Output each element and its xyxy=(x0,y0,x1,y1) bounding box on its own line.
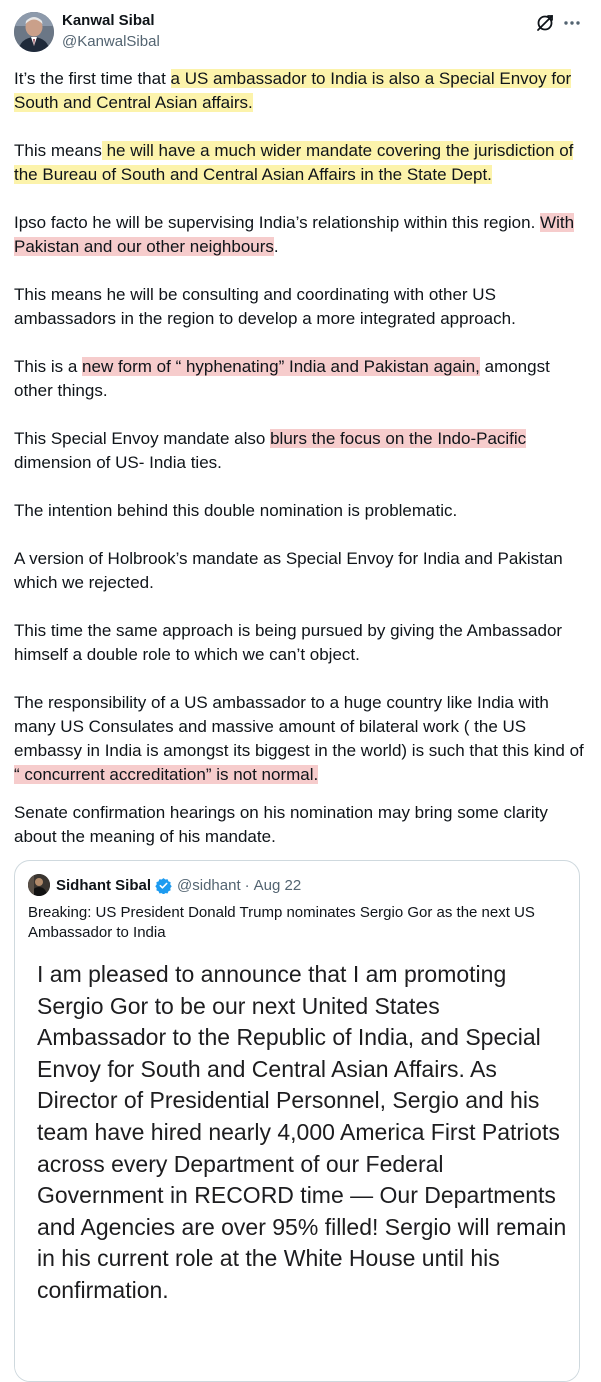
highlight-red: new form of “ hyphenating” India and Pak… xyxy=(82,357,480,376)
author-name[interactable]: Kanwal Sibal xyxy=(62,11,155,30)
tweet-paragraph: This means he will have a much wider man… xyxy=(14,141,574,184)
highlight-red: “ concurrent accreditation” is not norma… xyxy=(14,765,319,784)
grok-icon[interactable] xyxy=(535,13,555,33)
quoted-author-name[interactable]: Sidhant Sibal xyxy=(56,876,151,895)
quoted-avatar-image xyxy=(28,874,50,896)
quoted-author-handle[interactable]: @sidhant xyxy=(177,876,241,895)
meta-separator: · xyxy=(244,877,250,894)
tweet-paragraph: This time the same approach is being pur… xyxy=(14,621,563,664)
highlight-red: blurs the focus on the Indo-Pacific xyxy=(270,429,527,448)
tweet-paragraph: Ipso facto he will be supervising India’… xyxy=(14,213,575,256)
quoted-image-text: I am pleased to announce that I am promo… xyxy=(37,961,567,1303)
quoted-tweet[interactable]: Sidhant Sibal @sidhant · Aug 22 Breaking… xyxy=(14,860,580,1382)
quoted-date[interactable]: Aug 22 xyxy=(254,876,302,895)
tweet-paragraph: The intention behind this double nominat… xyxy=(14,501,458,520)
verified-badge-icon xyxy=(155,877,172,895)
quoted-image[interactable]: I am pleased to announce that I am promo… xyxy=(15,953,579,1381)
tweet-text: It’s the first time that a US ambassador… xyxy=(14,67,586,873)
avatar[interactable] xyxy=(14,12,54,52)
tweet-paragraph: This means he will be consulting and coo… xyxy=(14,285,516,328)
tweet-paragraph: This is a new form of “ hyphenating” Ind… xyxy=(14,357,550,400)
quoted-avatar[interactable] xyxy=(28,874,50,896)
tweet-paragraph: A version of Holbrook’s mandate as Speci… xyxy=(14,549,563,592)
quoted-text: Breaking: US President Donald Trump nomi… xyxy=(28,904,535,941)
tweet-paragraph: This Special Envoy mandate also blurs th… xyxy=(14,429,527,472)
more-options-icon[interactable] xyxy=(562,13,582,33)
avatar-image xyxy=(14,12,54,52)
quoted-header: Sidhant Sibal @sidhant · Aug 22 xyxy=(56,876,301,895)
author-handle[interactable]: @KanwalSibal xyxy=(62,32,160,51)
tweet-paragraph: The responsibility of a US ambassador to… xyxy=(14,693,584,784)
tweet-paragraph: Senate confirmation hearings on his nomi… xyxy=(14,803,548,846)
tweet-paragraph: It’s the first time that a US ambassador… xyxy=(14,69,572,112)
